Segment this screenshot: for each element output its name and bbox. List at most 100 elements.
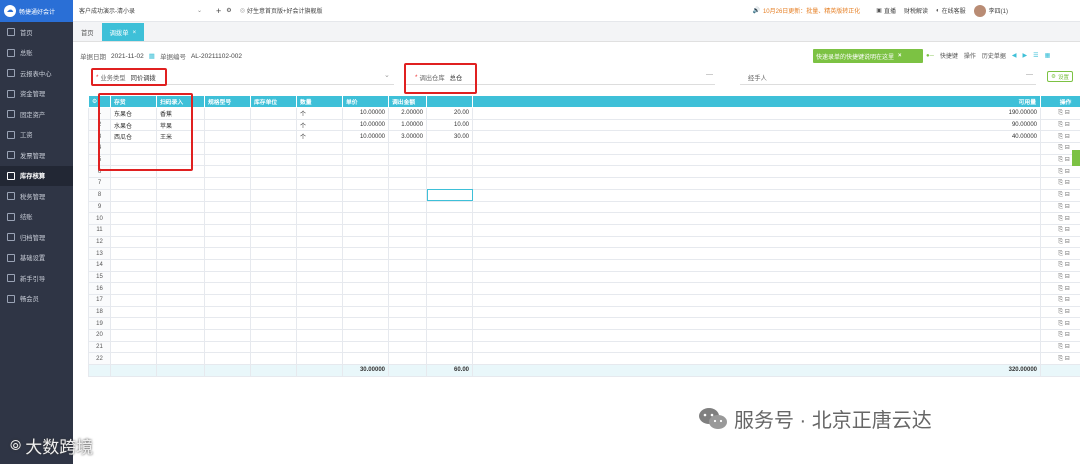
empty-cell[interactable] xyxy=(296,258,343,272)
empty-cell[interactable] xyxy=(426,212,473,225)
row-number[interactable]: 7 xyxy=(88,177,111,190)
empty-cell[interactable] xyxy=(342,200,389,214)
empty-cell[interactable] xyxy=(156,352,205,366)
row-number[interactable]: 14 xyxy=(88,258,111,272)
service-link[interactable]: 在线客服 xyxy=(942,6,966,15)
copy-row-icon[interactable]: ⎘ xyxy=(1058,262,1063,268)
cell-scan[interactable] xyxy=(204,107,251,120)
empty-cell[interactable] xyxy=(472,223,1041,237)
cell-amount[interactable]: 10.00 xyxy=(426,118,473,132)
empty-cell[interactable] xyxy=(426,305,473,319)
copy-row-icon[interactable]: ⎘ xyxy=(1058,251,1063,257)
empty-cell[interactable] xyxy=(296,142,343,155)
empty-cell[interactable] xyxy=(426,270,473,284)
empty-cell[interactable] xyxy=(342,177,389,190)
avatar[interactable] xyxy=(973,4,986,17)
copy-row-icon[interactable]: ⎘ xyxy=(1058,204,1063,210)
empty-cell[interactable] xyxy=(388,317,427,331)
empty-cell[interactable] xyxy=(296,235,343,249)
empty-cell[interactable] xyxy=(204,317,251,331)
empty-cell[interactable] xyxy=(110,270,157,284)
empty-cell[interactable] xyxy=(388,235,427,249)
cell-amount[interactable]: 30.00 xyxy=(426,130,473,144)
row-number[interactable]: 17 xyxy=(88,294,111,307)
cell-unit[interactable]: 个 xyxy=(296,118,343,132)
empty-cell[interactable] xyxy=(342,235,389,249)
empty-cell[interactable] xyxy=(156,235,205,249)
empty-cell[interactable] xyxy=(204,305,251,319)
copy-row-icon[interactable]: ⎘ xyxy=(1058,274,1063,280)
empty-cell[interactable] xyxy=(426,294,473,307)
cell-spec[interactable] xyxy=(250,118,297,132)
column-header[interactable] xyxy=(426,95,473,108)
empty-cell[interactable] xyxy=(426,177,473,190)
empty-cell[interactable] xyxy=(388,142,427,155)
empty-cell[interactable] xyxy=(204,142,251,155)
empty-cell[interactable] xyxy=(388,212,427,225)
empty-cell[interactable] xyxy=(342,247,389,260)
empty-cell[interactable] xyxy=(388,165,427,179)
empty-cell[interactable] xyxy=(250,329,297,342)
empty-cell[interactable] xyxy=(250,352,297,366)
empty-cell[interactable] xyxy=(342,142,389,155)
app-logo[interactable]: ☁ 畅捷通好会计 xyxy=(0,0,73,22)
delete-row-icon[interactable]: ⊟ xyxy=(1065,145,1070,151)
copy-row-icon[interactable]: ⎘ xyxy=(1058,169,1063,175)
empty-cell[interactable] xyxy=(388,188,427,202)
empty-cell[interactable] xyxy=(388,247,427,260)
row-number[interactable]: 19 xyxy=(88,317,111,331)
empty-cell[interactable] xyxy=(426,153,473,167)
empty-cell[interactable] xyxy=(296,329,343,342)
cell-spec[interactable] xyxy=(250,130,297,144)
empty-cell[interactable] xyxy=(388,329,427,342)
empty-cell[interactable] xyxy=(296,317,343,331)
empty-cell[interactable] xyxy=(250,317,297,331)
notice-text[interactable]: 10月26日更新：批量、精英版转正化 xyxy=(763,6,860,15)
empty-cell[interactable] xyxy=(296,294,343,307)
empty-cell[interactable] xyxy=(250,247,297,260)
row-number[interactable]: 18 xyxy=(88,305,111,319)
copy-row-icon[interactable]: ⎘ xyxy=(1058,180,1063,186)
empty-cell[interactable] xyxy=(296,247,343,260)
empty-cell[interactable] xyxy=(204,258,251,272)
delete-row-icon[interactable]: ⊟ xyxy=(1065,216,1070,222)
empty-cell[interactable] xyxy=(472,294,1041,307)
doc-no-value[interactable]: AL-20211102-002 xyxy=(191,53,242,60)
cell-price[interactable]: 1.00000 xyxy=(388,118,427,132)
empty-cell[interactable] xyxy=(204,270,251,284)
grid-view-icon[interactable]: ▦ xyxy=(1045,52,1051,59)
empty-cell[interactable] xyxy=(156,177,205,190)
empty-cell[interactable] xyxy=(472,177,1041,190)
empty-cell[interactable] xyxy=(426,247,473,260)
row-number[interactable]: 13 xyxy=(88,247,111,260)
empty-cell[interactable] xyxy=(296,177,343,190)
empty-cell[interactable] xyxy=(110,317,157,331)
empty-cell[interactable] xyxy=(110,294,157,307)
empty-cell[interactable] xyxy=(204,212,251,225)
empty-cell[interactable] xyxy=(204,223,251,237)
empty-cell[interactable] xyxy=(296,153,343,167)
empty-cell[interactable] xyxy=(156,317,205,331)
tab-home[interactable]: 首页 xyxy=(73,23,102,41)
finance-link[interactable]: 财税解读 xyxy=(904,6,928,15)
empty-cell[interactable] xyxy=(204,235,251,249)
side-panel-toggle[interactable] xyxy=(1072,150,1080,166)
copy-row-icon[interactable]: ⎘ xyxy=(1058,157,1063,163)
empty-cell[interactable] xyxy=(342,352,389,366)
empty-cell[interactable] xyxy=(472,329,1041,342)
row-number[interactable]: 20 xyxy=(88,329,111,342)
copy-row-icon[interactable]: ⎘ xyxy=(1058,286,1063,292)
empty-cell[interactable] xyxy=(426,235,473,249)
row-number[interactable]: 16 xyxy=(88,282,111,295)
settings-icon[interactable]: ⚙ xyxy=(226,7,231,14)
empty-cell[interactable] xyxy=(250,165,297,179)
delete-row-icon[interactable]: ⊟ xyxy=(1065,239,1070,245)
delete-row-icon[interactable]: ⊟ xyxy=(1065,344,1070,350)
empty-cell[interactable] xyxy=(250,223,297,237)
empty-cell[interactable] xyxy=(342,317,389,331)
empty-cell[interactable] xyxy=(156,270,205,284)
empty-cell[interactable] xyxy=(204,329,251,342)
column-header[interactable]: 规格型号 xyxy=(204,95,251,108)
empty-cell[interactable] xyxy=(296,340,343,354)
empty-cell[interactable] xyxy=(342,188,389,202)
